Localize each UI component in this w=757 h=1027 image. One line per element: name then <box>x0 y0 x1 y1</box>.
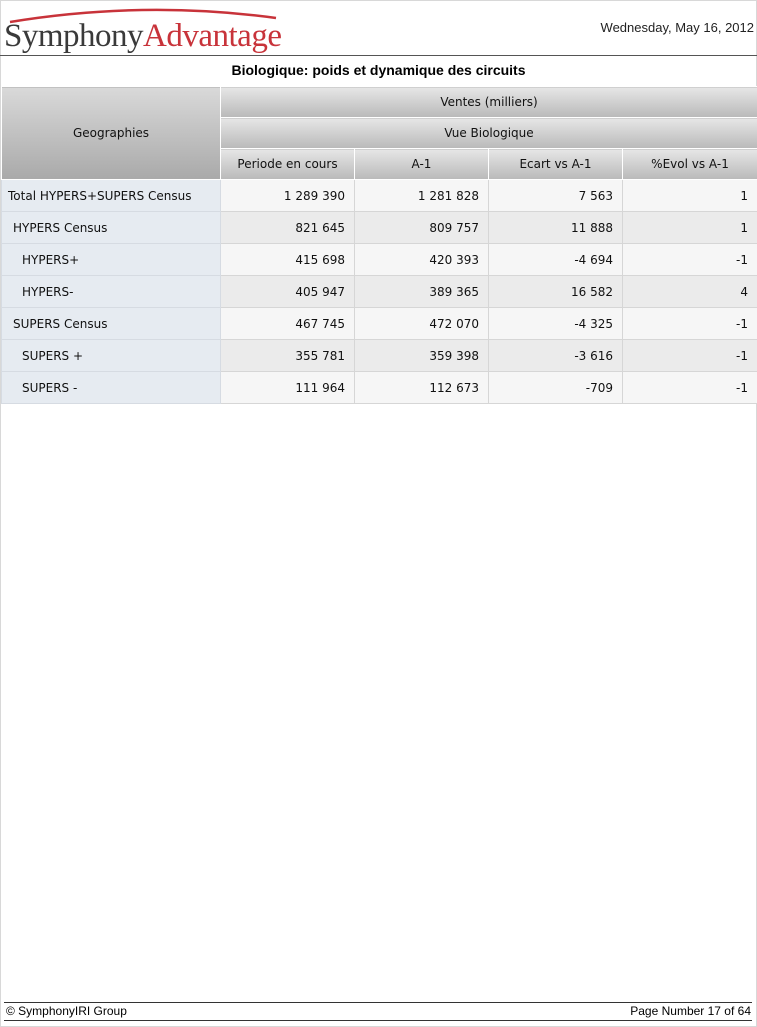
cell-ecart: 16 582 <box>488 275 623 308</box>
table-row: Total HYPERS+SUPERS Census 1 289 390 1 2… <box>1 179 757 212</box>
cell-a1: 389 365 <box>354 275 489 308</box>
row-label: SUPERS - <box>1 371 221 404</box>
column-header-a1: A-1 <box>354 148 489 180</box>
data-table: Geographies Ventes (milliers) Vue Biolog… <box>1 86 757 404</box>
symphony-advantage-logo: SymphonyAdvantage <box>4 4 284 56</box>
cell-a1: 112 673 <box>354 371 489 404</box>
cell-a1: 420 393 <box>354 243 489 276</box>
column-header-evol: %Evol vs A-1 <box>621 148 757 180</box>
cell-evol: 4 <box>621 275 757 308</box>
row-label: HYPERS- <box>1 275 221 308</box>
column-header-periode: Periode en cours <box>220 148 355 180</box>
cell-ecart: -4 325 <box>488 307 623 340</box>
footer-bottom-divider <box>4 1020 752 1021</box>
row-label: Total HYPERS+SUPERS Census <box>1 179 221 212</box>
cell-a1: 1 281 828 <box>354 179 489 212</box>
cell-periode: 355 781 <box>220 339 355 372</box>
cell-periode: 467 745 <box>220 307 355 340</box>
cell-ecart: -4 694 <box>488 243 623 276</box>
cell-ecart: -709 <box>488 371 623 404</box>
row-label: SUPERS + <box>1 339 221 372</box>
cell-periode: 821 645 <box>220 211 355 244</box>
cell-a1: 472 070 <box>354 307 489 340</box>
cell-a1: 809 757 <box>354 211 489 244</box>
footer-page-number: Page Number 17 of 64 <box>630 1004 751 1018</box>
cell-ecart: 7 563 <box>488 179 623 212</box>
cell-evol: -1 <box>621 339 757 372</box>
cell-periode: 415 698 <box>220 243 355 276</box>
logo-part-advantage: Advantage <box>143 18 282 54</box>
table-row: SUPERS Census 467 745 472 070 -4 325 -1 <box>1 307 757 340</box>
subgroup-header-vue-biologique: Vue Biologique <box>219 117 757 149</box>
cell-periode: 111 964 <box>220 371 355 404</box>
footer-divider <box>4 1002 752 1003</box>
row-label: HYPERS+ <box>1 243 221 276</box>
cell-periode: 405 947 <box>220 275 355 308</box>
table-row: HYPERS+ 415 698 420 393 -4 694 -1 <box>1 243 757 276</box>
cell-a1: 359 398 <box>354 339 489 372</box>
row-label: SUPERS Census <box>1 307 221 340</box>
table-row: HYPERS- 405 947 389 365 16 582 4 <box>1 275 757 308</box>
cell-ecart: -3 616 <box>488 339 623 372</box>
column-header-geographies: Geographies <box>1 86 221 180</box>
table-row: SUPERS + 355 781 359 398 -3 616 -1 <box>1 339 757 372</box>
column-header-ecart: Ecart vs A-1 <box>488 148 623 180</box>
group-header-ventes: Ventes (milliers) <box>219 86 757 118</box>
logo-text: SymphonyAdvantage <box>4 18 282 55</box>
table-row: SUPERS - 111 964 112 673 -709 -1 <box>1 371 757 404</box>
row-label: HYPERS Census <box>1 211 221 244</box>
cell-evol: -1 <box>621 307 757 340</box>
cell-evol: 1 <box>621 211 757 244</box>
report-date: Wednesday, May 16, 2012 <box>600 20 754 35</box>
cell-ecart: 11 888 <box>488 211 623 244</box>
cell-periode: 1 289 390 <box>220 179 355 212</box>
logo-part-symphony: Symphony <box>4 18 144 54</box>
report-title: Biologique: poids et dynamique des circu… <box>231 62 526 78</box>
cell-evol: -1 <box>621 243 757 276</box>
header-divider <box>0 55 757 56</box>
table-row: HYPERS Census 821 645 809 757 11 888 1 <box>1 211 757 244</box>
footer-copyright: © SymphonyIRI Group <box>6 1004 127 1018</box>
cell-evol: 1 <box>621 179 757 212</box>
cell-evol: -1 <box>621 371 757 404</box>
